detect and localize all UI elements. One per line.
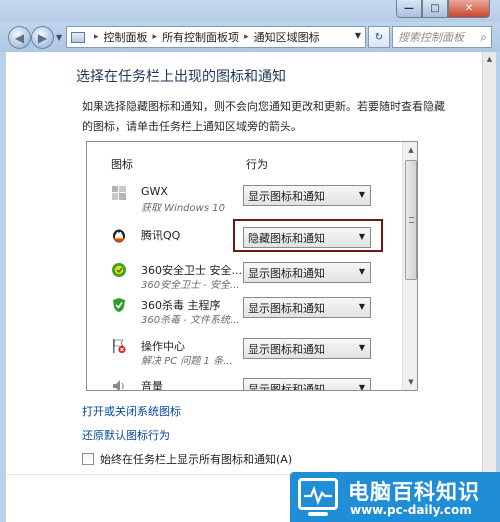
always-show-all-row[interactable]: 始终在任务栏上显示所有图标和通知(A) [82, 451, 292, 467]
forward-arrow-icon: ▶ [37, 30, 48, 45]
search-icon[interactable]: ⌕ [480, 30, 487, 45]
item-description: 获取 Windows 10 [141, 203, 225, 214]
behavior-value: 显示图标和通知 [248, 266, 325, 280]
search-input[interactable]: 搜索控制面板 ⌕ [392, 26, 492, 48]
restore-defaults-link[interactable]: 还原默认图标行为 [82, 427, 170, 443]
list-item: 操作中心 解决 PC 问题 1 条... 显示图标和通知 ▼ [87, 335, 401, 373]
forward-button[interactable]: ▶ [31, 26, 54, 49]
behavior-value: 隐藏图标和通知 [248, 231, 325, 245]
recent-pages-dropdown-icon[interactable]: ▼ [56, 33, 62, 42]
monitor-logo-icon [298, 478, 338, 510]
list-item: GWX 获取 Windows 10 显示图标和通知 ▼ [87, 182, 401, 220]
monitor-stand [308, 512, 328, 516]
control-panel-icon [71, 31, 85, 43]
breadcrumb-notification-icons[interactable]: 通知区域图标 [254, 29, 320, 45]
chevron-down-icon: ▼ [358, 267, 365, 276]
always-show-all-checkbox[interactable] [82, 453, 94, 465]
breadcrumb-separator-icon[interactable]: ▸ [153, 32, 158, 42]
column-header-behavior: 行为 [246, 158, 268, 171]
grip-icon [409, 217, 414, 223]
scroll-up-icon[interactable]: ▲ [483, 52, 496, 63]
qq-penguin-icon [111, 227, 127, 243]
breadcrumb-control-panel[interactable]: 控制面板 [104, 29, 148, 45]
behavior-value: 显示图标和通知 [248, 189, 325, 203]
chevron-down-icon: ▼ [358, 190, 365, 199]
behavior-dropdown[interactable]: 隐藏图标和通知 ▼ [243, 227, 371, 248]
list-scrollbar[interactable]: ▲ ▼ [402, 142, 417, 390]
item-name: 腾讯QQ [141, 229, 181, 242]
action-center-flag-icon [111, 338, 127, 354]
back-arrow-icon: ◀ [14, 30, 25, 45]
list-item: 音量 显示图标和通知 ▼ [87, 375, 401, 391]
watermark-title: 电脑百科知识 [348, 480, 480, 504]
list-item: 360杀毒 主程序 360杀毒 - 文件系统... 显示图标和通知 ▼ [87, 294, 401, 332]
behavior-dropdown[interactable]: 显示图标和通知 ▼ [243, 185, 371, 206]
behavior-value: 显示图标和通知 [248, 301, 325, 315]
page-title: 选择在任务栏上出现的图标和通知 [76, 69, 286, 85]
close-button[interactable]: ✕ [448, 0, 490, 18]
address-bar[interactable]: ▸ 控制面板 ▸ 所有控制面板项 ▸ 通知区域图标 ▼ [66, 26, 366, 48]
360-safeguard-icon [111, 262, 127, 278]
behavior-value: 显示图标和通知 [248, 342, 325, 356]
windows-logo-icon [111, 185, 127, 201]
page-description: 如果选择隐藏图标和通知，则不会向您通知更改和更新。若要随时查看隐藏的图标，请单击… [82, 100, 445, 133]
chevron-down-icon: ▼ [358, 343, 365, 352]
item-name: GWX [141, 185, 168, 198]
column-header-icon: 图标 [111, 158, 133, 171]
refresh-button[interactable]: ↻ [368, 26, 390, 48]
chevron-down-icon: ▼ [358, 302, 365, 311]
list-item: 360安全卫士 安全... 360安全卫士 - 安全... 显示图标和通知 ▼ [87, 259, 401, 297]
notification-icons-list: 图标 行为 GWX 获取 Windows 10 显示图标和通知 ▼ 腾讯QQ 隐… [86, 141, 418, 391]
behavior-value: 显示图标和通知 [248, 382, 325, 391]
speaker-icon [111, 378, 127, 390]
minimize-button[interactable]: — [396, 0, 422, 18]
search-placeholder: 搜索控制面板 [398, 31, 464, 44]
window-controls: — □ ✕ [396, 0, 490, 18]
refresh-icon: ↻ [374, 31, 384, 43]
breadcrumb-separator-icon[interactable]: ▸ [94, 32, 99, 42]
list-item: 腾讯QQ 隐藏图标和通知 ▼ [87, 219, 401, 262]
system-icons-link[interactable]: 打开或关闭系统图标 [82, 403, 181, 419]
chevron-down-icon: ▼ [358, 232, 365, 241]
watermark-banner: 电脑百科知识 www.pc-daily.com [290, 472, 500, 522]
breadcrumb-separator-icon[interactable]: ▸ [244, 32, 249, 42]
behavior-dropdown[interactable]: 显示图标和通知 ▼ [243, 338, 371, 359]
360-antivirus-shield-icon [111, 297, 127, 313]
scroll-down-icon[interactable]: ▼ [403, 374, 417, 390]
behavior-dropdown[interactable]: 显示图标和通知 ▼ [243, 262, 371, 283]
navigation-bar: ◀ ▶ ▼ ▸ 控制面板 ▸ 所有控制面板项 ▸ 通知区域图标 ▼ ↻ 搜索控制… [0, 22, 500, 52]
item-name: 音量 [141, 380, 163, 391]
back-button[interactable]: ◀ [8, 26, 31, 49]
scroll-up-icon[interactable]: ▲ [403, 142, 417, 158]
watermark-url: www.pc-daily.com [350, 503, 472, 517]
item-description: 360安全卫士 - 安全... [141, 280, 240, 291]
breadcrumb-all-items[interactable]: 所有控制面板项 [162, 29, 239, 45]
behavior-dropdown[interactable]: 显示图标和通知 ▼ [243, 297, 371, 318]
item-description: 360杀毒 - 文件系统... [141, 315, 240, 326]
window-scrollbar[interactable]: ▲ [482, 52, 496, 522]
scroll-thumb[interactable] [405, 160, 417, 280]
address-dropdown-icon[interactable]: ▼ [355, 31, 361, 40]
behavior-dropdown[interactable]: 显示图标和通知 ▼ [243, 378, 371, 391]
always-show-all-label[interactable]: 始终在任务栏上显示所有图标和通知(A) [100, 451, 292, 467]
chevron-down-icon: ▼ [358, 383, 365, 391]
item-description: 解决 PC 问题 1 条... [141, 356, 233, 367]
window-title-bar: — □ ✕ [0, 0, 500, 22]
maximize-button[interactable]: □ [422, 0, 448, 18]
